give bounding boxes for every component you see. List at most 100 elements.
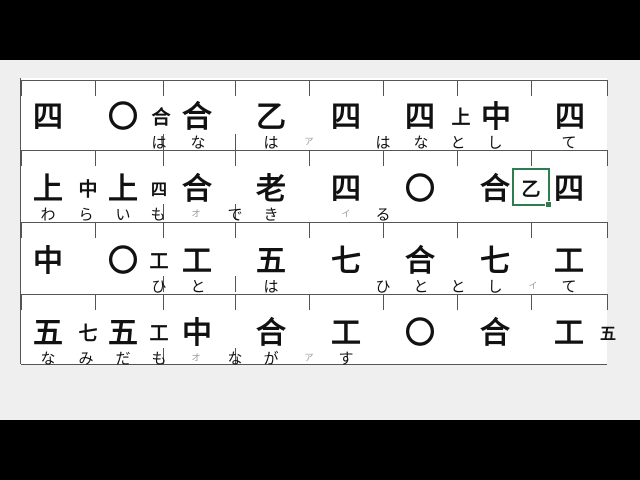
lyric-kana[interactable]: と bbox=[190, 279, 205, 295]
lyric-kana[interactable]: な bbox=[227, 351, 242, 367]
lyric-kana[interactable]: な bbox=[413, 135, 428, 151]
lyric-kana[interactable]: イ bbox=[341, 210, 350, 220]
notation-char[interactable]: 乙 bbox=[256, 103, 286, 133]
measure-tick bbox=[163, 150, 164, 166]
lyric-kana[interactable]: は bbox=[263, 279, 278, 295]
lyric-kana[interactable]: は bbox=[263, 135, 278, 151]
score-grid: 四〇合合乙四四上中四はなはアはなとして上中上四合老四〇合乙四わらいもオできイる中… bbox=[20, 78, 616, 367]
notation-char[interactable]: 工 bbox=[149, 324, 168, 344]
selected-cell-cursor[interactable] bbox=[512, 168, 552, 208]
measure-tick bbox=[383, 222, 384, 238]
measure-tick bbox=[309, 222, 310, 238]
notation-char[interactable]: 上 bbox=[33, 175, 63, 205]
lyric-kana[interactable]: と bbox=[450, 135, 465, 151]
notation-char[interactable]: 五 bbox=[256, 247, 286, 277]
notation-char[interactable]: 合 bbox=[480, 175, 510, 205]
notation-char[interactable]: 上 bbox=[451, 108, 470, 128]
notation-char[interactable]: 四 bbox=[554, 175, 584, 205]
lyric-kana[interactable]: と bbox=[450, 279, 465, 295]
staff-line bbox=[21, 80, 607, 81]
notation-char[interactable]: 合 bbox=[182, 103, 212, 133]
notation-char[interactable]: 合 bbox=[405, 247, 435, 277]
measure-tick bbox=[235, 150, 236, 166]
notation-char[interactable]: 中 bbox=[481, 103, 511, 133]
measure-tick bbox=[383, 150, 384, 166]
notation-char[interactable]: 〇 bbox=[405, 175, 435, 205]
notation-char[interactable]: 四 bbox=[405, 103, 435, 133]
lyric-kana[interactable]: ひ bbox=[151, 279, 166, 295]
lyric-kana[interactable]: な bbox=[40, 351, 55, 367]
notation-char[interactable]: 五 bbox=[600, 326, 616, 342]
notation-char[interactable]: 工 bbox=[182, 247, 212, 277]
lyric-kana[interactable]: オ bbox=[191, 354, 200, 364]
lyric-kana[interactable]: わ bbox=[40, 207, 55, 223]
lyric-kana[interactable]: ア bbox=[304, 138, 313, 148]
lyric-kana[interactable]: イ bbox=[528, 282, 537, 292]
measure-tick bbox=[235, 294, 236, 310]
notation-char[interactable]: 四 bbox=[331, 175, 361, 205]
lyric-kana[interactable]: み bbox=[78, 351, 93, 367]
measure-tick bbox=[309, 294, 310, 310]
lyric-kana[interactable]: も bbox=[151, 351, 166, 367]
lyric-kana[interactable]: い bbox=[115, 207, 130, 223]
lyric-kana[interactable]: ア bbox=[304, 354, 313, 364]
notation-char[interactable]: 工 bbox=[331, 319, 361, 349]
lyric-kana[interactable]: て bbox=[561, 135, 576, 151]
lyric-kana[interactable]: が bbox=[263, 351, 278, 367]
measure-tick bbox=[235, 276, 236, 292]
notation-char[interactable]: 工 bbox=[149, 252, 168, 272]
fill-handle[interactable] bbox=[545, 201, 552, 208]
lyric-kana[interactable]: と bbox=[413, 279, 428, 295]
notation-char[interactable]: 〇 bbox=[405, 319, 435, 349]
lyric-kana[interactable]: る bbox=[375, 207, 390, 223]
notation-char[interactable]: 七 bbox=[78, 324, 97, 344]
notation-char[interactable]: 〇 bbox=[108, 247, 138, 277]
notation-char[interactable]: 四 bbox=[151, 182, 167, 198]
lyric-kana[interactable]: で bbox=[227, 207, 242, 223]
lyric-kana[interactable]: き bbox=[263, 207, 278, 223]
notation-char[interactable]: 七 bbox=[480, 247, 510, 277]
notation-char[interactable]: 四 bbox=[33, 103, 63, 133]
notation-char[interactable]: 上 bbox=[108, 175, 138, 205]
notation-char[interactable]: 四 bbox=[331, 103, 361, 133]
measure-tick bbox=[457, 294, 458, 310]
lyric-kana[interactable]: し bbox=[487, 135, 502, 151]
lyric-kana[interactable]: も bbox=[150, 207, 165, 223]
lyric-kana[interactable]: す bbox=[338, 351, 353, 367]
notation-char[interactable]: 合 bbox=[256, 319, 286, 349]
measure-tick bbox=[235, 80, 236, 96]
measure-tick bbox=[95, 80, 96, 96]
measure-tick bbox=[163, 80, 164, 96]
notation-char[interactable]: 四 bbox=[555, 103, 585, 133]
lyric-kana[interactable]: な bbox=[190, 135, 205, 151]
notation-char[interactable]: 中 bbox=[78, 180, 97, 200]
lyric-kana[interactable]: だ bbox=[115, 351, 130, 367]
notation-char[interactable]: 工 bbox=[554, 247, 584, 277]
notation-char[interactable]: 合 bbox=[151, 108, 170, 128]
notation-char[interactable]: 工 bbox=[554, 319, 584, 349]
notation-char[interactable]: 〇 bbox=[108, 103, 138, 133]
lyric-kana[interactable]: は bbox=[375, 135, 390, 151]
notation-char[interactable]: 老 bbox=[256, 175, 286, 205]
measure-tick bbox=[531, 222, 532, 238]
notation-char[interactable]: 合 bbox=[182, 175, 212, 205]
measure-tick bbox=[531, 80, 532, 96]
lyric-kana[interactable]: ひ bbox=[375, 279, 390, 295]
notation-char[interactable]: 五 bbox=[108, 319, 138, 349]
measure-tick bbox=[309, 150, 310, 166]
measure-tick bbox=[383, 80, 384, 96]
notation-char[interactable]: 合 bbox=[480, 319, 510, 349]
notation-char[interactable]: 中 bbox=[33, 247, 63, 277]
notation-char[interactable]: 七 bbox=[331, 247, 361, 277]
measure-tick bbox=[95, 150, 96, 166]
notation-char[interactable]: 五 bbox=[33, 319, 63, 349]
staff-line bbox=[21, 294, 607, 295]
lyric-kana[interactable]: は bbox=[151, 135, 166, 151]
measure-tick bbox=[457, 222, 458, 238]
lyric-kana[interactable]: し bbox=[487, 279, 502, 295]
lyric-kana[interactable]: オ bbox=[191, 210, 200, 220]
lyric-kana[interactable]: ら bbox=[78, 207, 93, 223]
measure-tick bbox=[457, 150, 458, 166]
lyric-kana[interactable]: て bbox=[561, 279, 576, 295]
notation-char[interactable]: 中 bbox=[182, 319, 212, 349]
